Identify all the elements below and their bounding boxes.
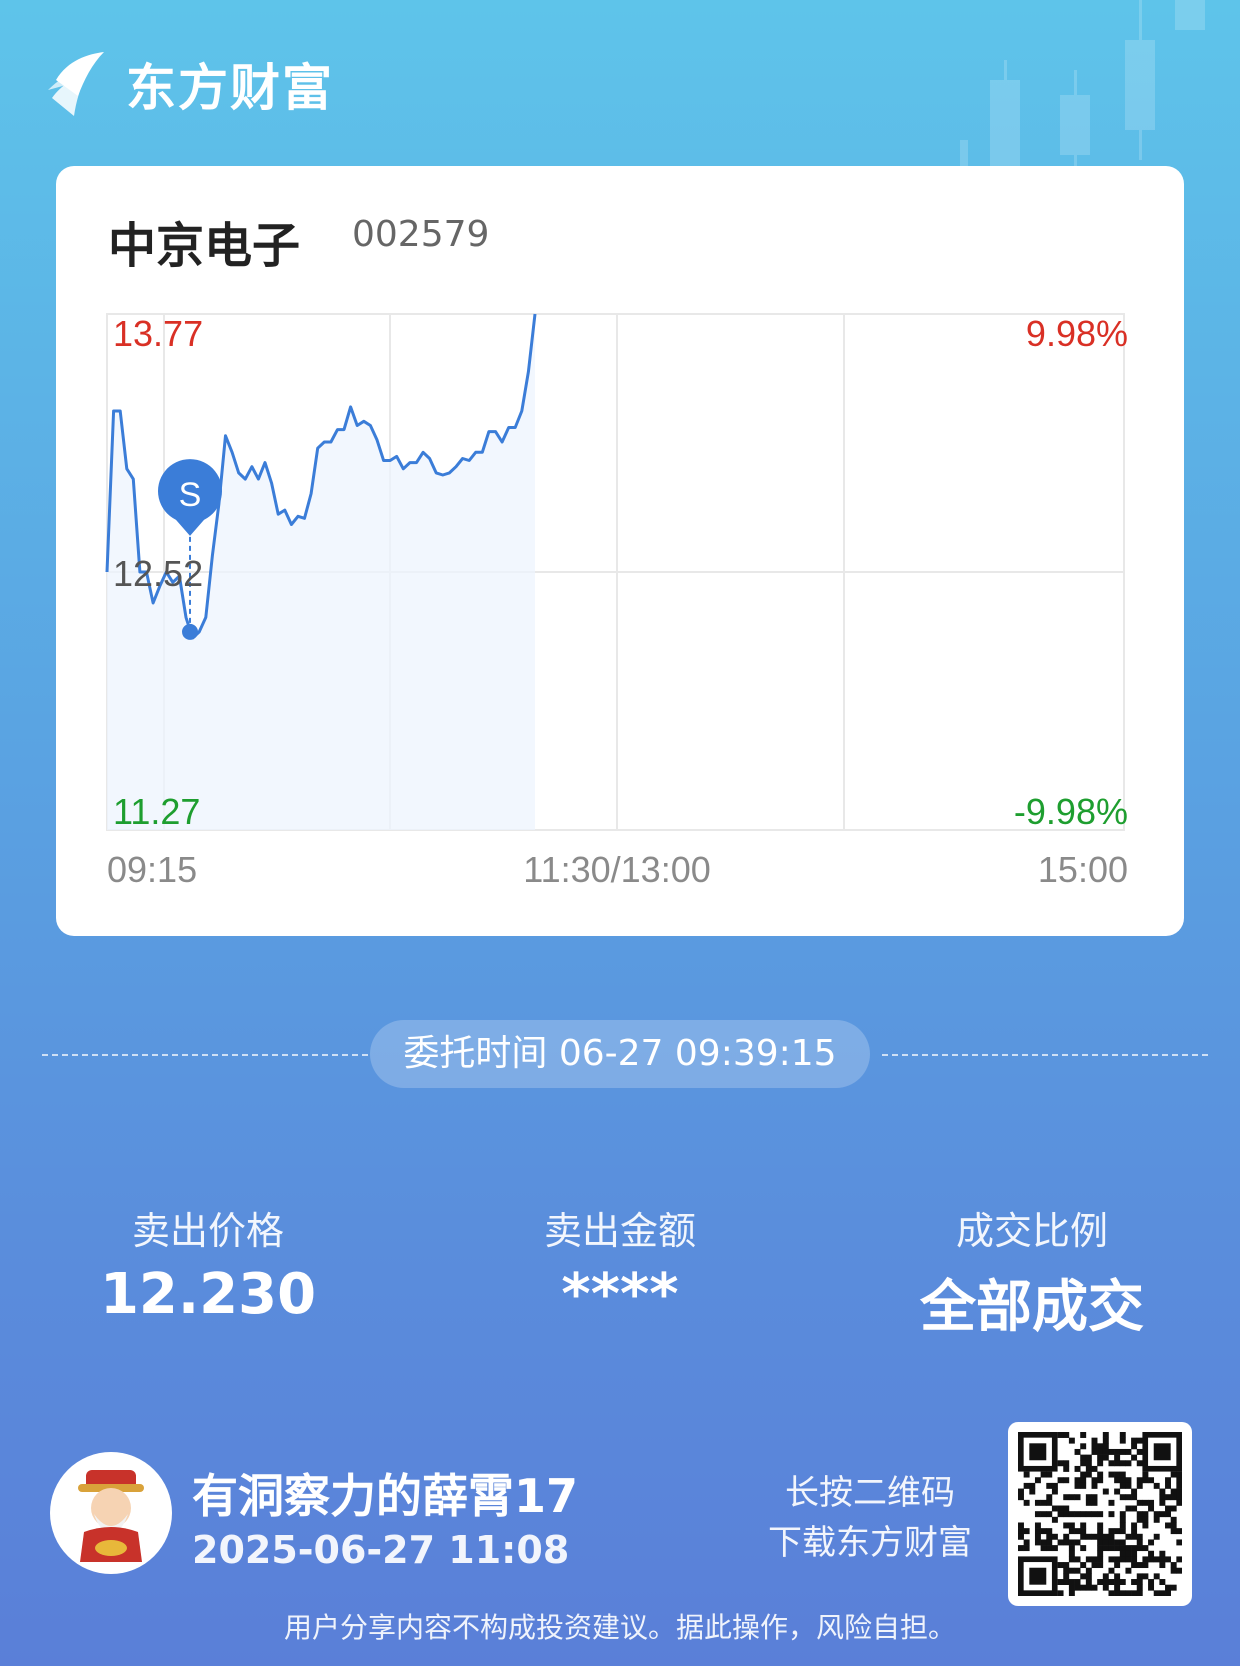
sell-marker-label: S: [179, 476, 202, 514]
stock-chart-card: 中京电子 002579 S 13.77 12.52 11.27 9.98% -9…: [56, 166, 1184, 936]
eastmoney-logo-icon: [48, 52, 104, 116]
order-time-pill: 委托时间 06-27 09:39:15: [370, 1020, 870, 1088]
order-time-row: 委托时间 06-27 09:39:15: [0, 1020, 1240, 1090]
qr-hint-line2: 下载东方财富: [768, 1523, 972, 1563]
dashed-divider-left: [42, 1054, 368, 1056]
qr-code-icon: [1018, 1432, 1183, 1597]
user-name: 有洞察力的薛霄17: [192, 1469, 579, 1523]
stat-label: 成交比例: [955, 1209, 1108, 1253]
x-tick-end: 15:00: [1038, 849, 1128, 890]
stat-value: ****: [561, 1262, 679, 1327]
stat-label: 卖出价格: [131, 1209, 284, 1253]
qr-hint-line1: 长按二维码: [785, 1473, 955, 1513]
risk-disclaimer: 用户分享内容不构成投资建议。据此操作，风险自担。: [283, 1611, 956, 1644]
brand-name: 东方财富: [126, 59, 334, 117]
y-right-bottom-label: -9.98%: [1014, 791, 1128, 832]
y-left-top-label: 13.77: [113, 313, 203, 354]
stat-fill-ratio: 成交比例 全部成交: [852, 1200, 1212, 1343]
trade-stats: 卖出价格 12.230 卖出金额 **** 成交比例 全部成交: [0, 1200, 1240, 1340]
dashed-divider-right: [882, 1054, 1208, 1056]
stat-value: 12.230: [99, 1262, 317, 1327]
stat-sell-amount: 卖出金额 ****: [440, 1200, 800, 1327]
y-right-top-label: 9.98%: [1026, 313, 1128, 354]
x-tick-start: 09:15: [107, 849, 197, 890]
fortune-god-avatar-icon: [78, 1470, 144, 1562]
y-left-bottom-label: 11.27: [113, 791, 200, 832]
avatar[interactable]: [50, 1452, 172, 1574]
y-left-mid-label: 12.52: [113, 553, 203, 594]
intraday-chart: S 13.77 12.52 11.27 9.98% -9.98% 09:15 1…: [105, 313, 1128, 890]
stat-sell-price: 卖出价格 12.230: [28, 1200, 388, 1327]
download-qr-code[interactable]: [1008, 1422, 1192, 1606]
stat-value: 全部成交: [920, 1275, 1144, 1340]
x-tick-mid: 11:30/13:00: [523, 849, 711, 890]
sell-marker-dot: [182, 623, 198, 640]
share-timestamp: 2025-06-27 11:08: [192, 1528, 570, 1572]
qr-hint: 长按二维码 下载东方财富: [760, 1468, 980, 1568]
stat-label: 卖出金额: [543, 1209, 696, 1253]
brand-header: 东方财富: [48, 48, 334, 120]
